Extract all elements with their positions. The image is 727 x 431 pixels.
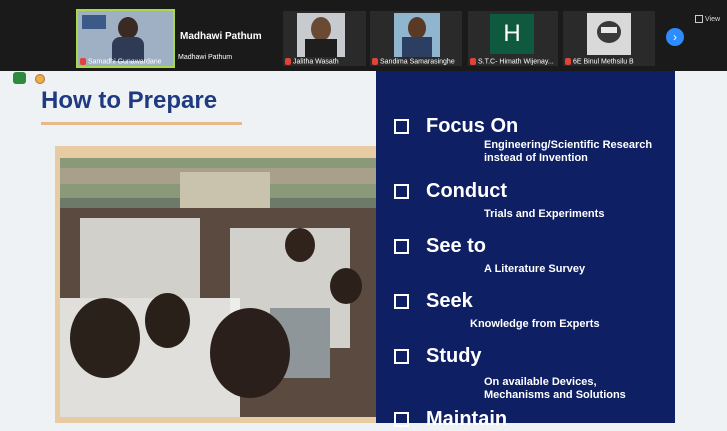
key-points-panel — [376, 71, 675, 423]
active-speaker-name: Madhawi Pathum — [180, 31, 262, 42]
item-heading: Seek — [426, 290, 473, 312]
mic-muted-icon — [565, 57, 571, 65]
item-subtext: A Literature Survey — [484, 263, 586, 275]
participant-name: Sandima Samarasinghe — [372, 57, 455, 65]
item-subtext: Trials and Experiments — [484, 208, 605, 220]
participant-name: Jalitha Wasath — [285, 57, 339, 65]
checkbox-icon — [394, 349, 409, 364]
checkbox-icon — [394, 239, 409, 254]
mic-muted-icon — [372, 57, 378, 65]
participant-tile-jalitha[interactable]: Jalitha Wasath — [283, 11, 366, 66]
next-page-button[interactable]: › — [666, 28, 684, 46]
item-heading: See to — [426, 235, 487, 257]
item-subtext: instead of Invention — [484, 152, 588, 164]
checkbox-icon — [394, 294, 409, 309]
participant-tile-samadhi[interactable]: Samadhi Gunawardane — [76, 9, 175, 68]
participant-strip: Samadhi Gunawardane Madhawi Pathum Madha… — [0, 0, 727, 71]
item-subtext: Knowledge from Experts — [470, 318, 600, 330]
checkbox-icon — [394, 184, 409, 199]
mic-muted-icon — [470, 57, 476, 65]
view-menu[interactable]: View — [695, 15, 720, 23]
checkbox-icon — [394, 412, 409, 427]
participant-name: 6E Binul Methsilu B — [565, 57, 634, 65]
avatar: H — [490, 14, 534, 54]
participant-name: S.T.C- Himath Wijenay... — [470, 57, 554, 65]
item-heading: Maintain — [426, 408, 508, 430]
students-photo — [60, 158, 376, 417]
item-heading: Focus On — [426, 115, 519, 137]
mic-muted-icon — [80, 57, 86, 65]
item-subtext: On available Devices, — [484, 376, 597, 388]
participant-name: Madhawi Pathum — [178, 54, 233, 61]
item-heading: Conduct — [426, 180, 508, 202]
title-underline — [41, 122, 242, 125]
participant-tile-binul[interactable]: 6E Binul Methsilu B — [563, 11, 655, 66]
item-subtext: Mechanisms and Solutions — [484, 389, 626, 401]
item-subtext: Engineering/Scientific Research — [484, 139, 653, 151]
grid-icon — [695, 15, 703, 23]
mic-muted-icon — [285, 57, 291, 65]
participant-tile-himath[interactable]: H S.T.C- Himath Wijenay... — [468, 11, 558, 66]
participant-tile-sandima[interactable]: Sandima Samarasinghe — [370, 11, 462, 66]
participant-name: Samadhi Gunawardane — [80, 57, 162, 65]
item-heading: Study — [426, 345, 482, 367]
slide-title: How to Prepare — [41, 87, 218, 114]
checkbox-icon — [394, 119, 409, 134]
